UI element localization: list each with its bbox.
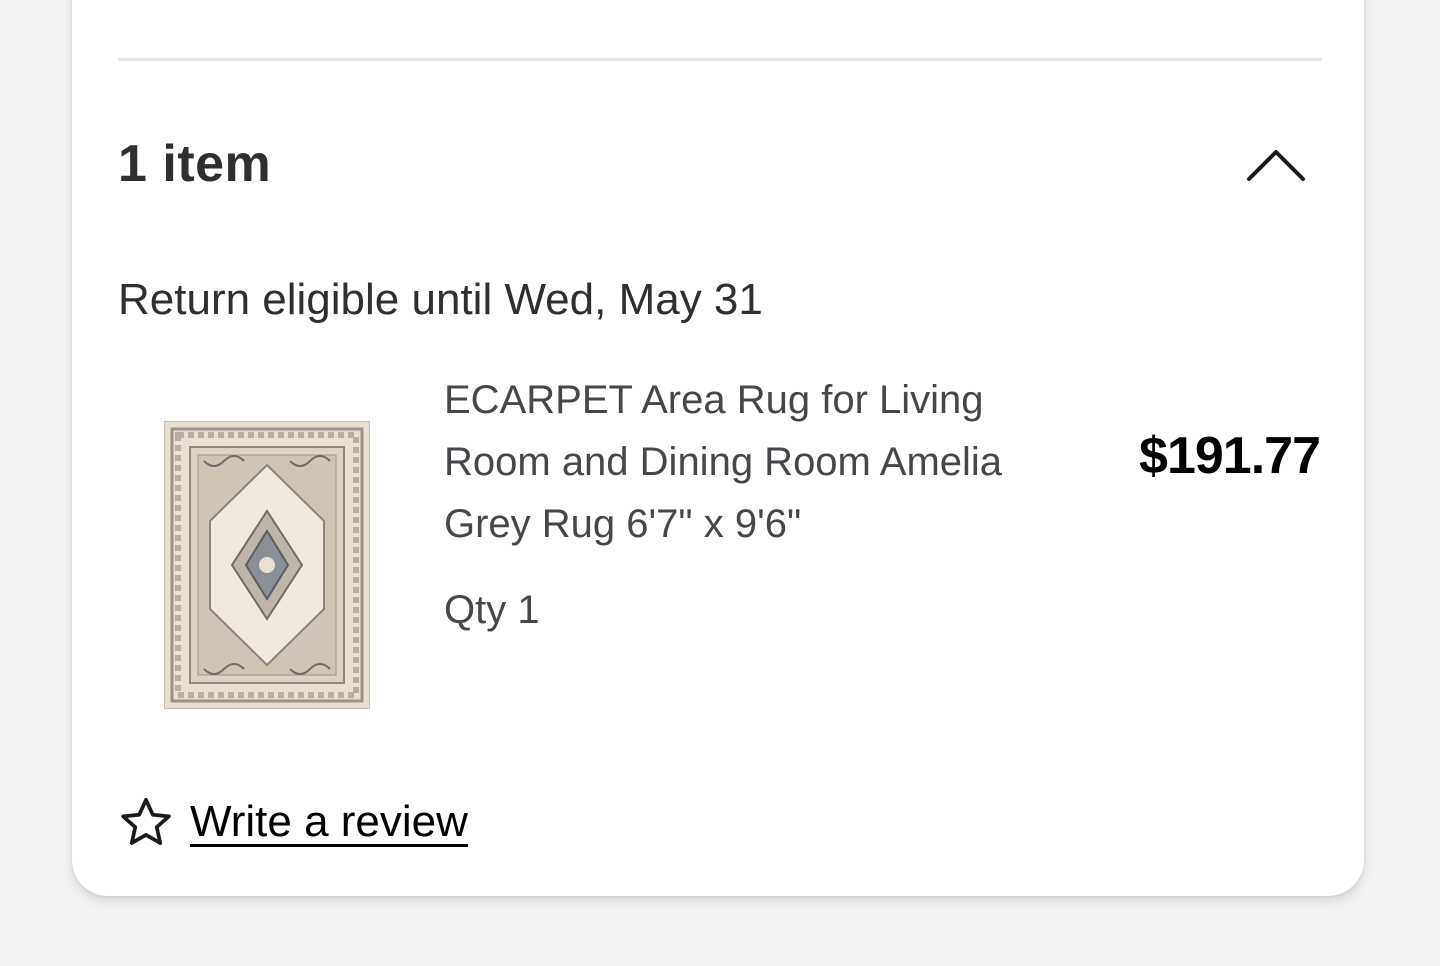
items-count-title: 1 item: [118, 135, 272, 193]
write-review-label[interactable]: Write a review: [190, 797, 468, 847]
order-items-card: 1 item Return eligible until Wed, May 31…: [72, 0, 1364, 896]
rug-image: [163, 420, 371, 710]
collapse-button[interactable]: [1244, 140, 1308, 188]
write-review-link[interactable]: Write a review: [118, 794, 468, 850]
star-outline-icon: [121, 797, 171, 845]
product-image[interactable]: [163, 420, 371, 710]
divider: [118, 58, 1322, 61]
chevron-up-icon: [1247, 150, 1305, 181]
product-quantity: Qty 1: [444, 588, 540, 632]
product-price: $191.77: [1139, 427, 1321, 485]
product-name[interactable]: ECARPET Area Rug for Living Room and Din…: [444, 369, 1084, 555]
return-eligibility-text: Return eligible until Wed, May 31: [118, 275, 763, 324]
